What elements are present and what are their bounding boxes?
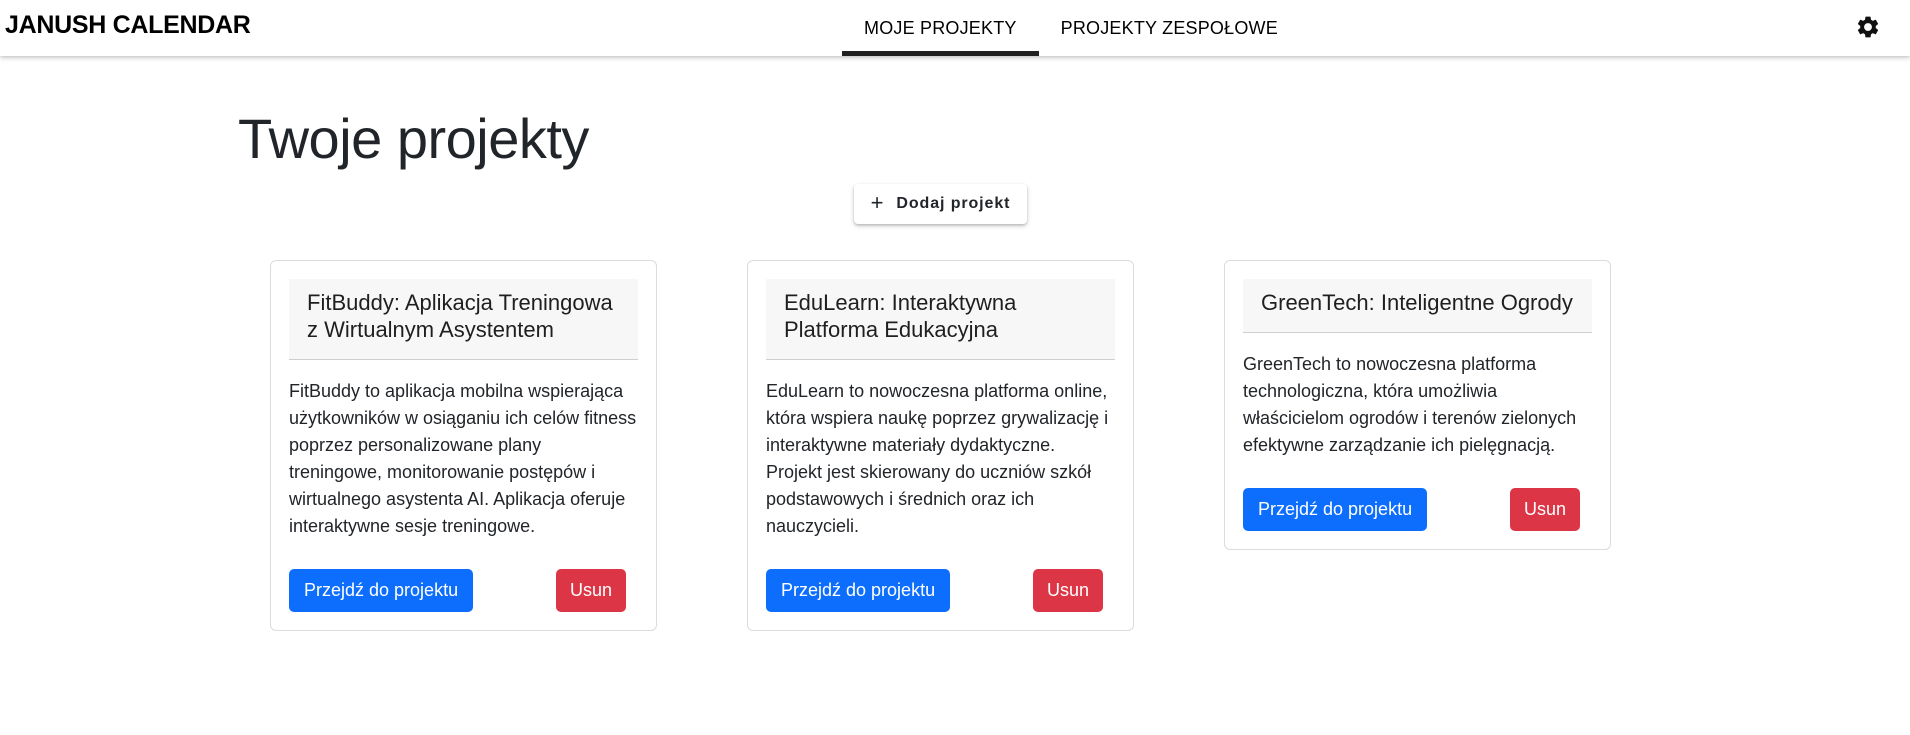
- project-card-title: EduLearn: Interaktywna Platforma Edukacy…: [766, 279, 1115, 360]
- delete-project-button[interactable]: Usun: [1033, 569, 1103, 612]
- plus-icon: +: [870, 190, 885, 215]
- project-card-actions: Przejdź do projektu Usun: [766, 569, 1115, 612]
- delete-project-button[interactable]: Usun: [556, 569, 626, 612]
- project-card-description: EduLearn to nowoczesna platforma online,…: [766, 381, 1109, 536]
- app-brand[interactable]: JANUSH CALENDAR: [5, 11, 251, 40]
- open-project-button[interactable]: Przejdź do projektu: [1243, 488, 1428, 531]
- gear-icon[interactable]: [1855, 14, 1881, 40]
- project-card: FitBuddy: Aplikacja Treningowa z Wirtual…: [270, 260, 657, 631]
- project-card-title: FitBuddy: Aplikacja Treningowa z Wirtual…: [289, 279, 638, 360]
- project-card-actions: Przejdź do projektu Usun: [1243, 488, 1592, 531]
- add-project-button[interactable]: + Dodaj projekt: [854, 184, 1027, 224]
- open-project-button[interactable]: Przejdź do projektu: [289, 569, 474, 612]
- project-card-title: GreenTech: Inteligentne Ogrody: [1243, 279, 1592, 333]
- page-title: Twoje projekty: [238, 107, 589, 170]
- nav-tabs: MOJE PROJEKTY PROJEKTY ZESPOŁOWE: [842, 0, 1300, 56]
- tab-moje-projekty[interactable]: MOJE PROJEKTY: [842, 0, 1039, 56]
- project-card-actions: Przejdź do projektu Usun: [289, 569, 638, 612]
- open-project-button[interactable]: Przejdź do projektu: [766, 569, 951, 612]
- tab-projekty-zespolowe[interactable]: PROJEKTY ZESPOŁOWE: [1039, 0, 1300, 56]
- project-card: EduLearn: Interaktywna Platforma Edukacy…: [747, 260, 1134, 631]
- project-card-description: FitBuddy to aplikacja mobilna wspierając…: [289, 381, 637, 536]
- delete-project-button[interactable]: Usun: [1510, 488, 1580, 531]
- project-card: GreenTech: Inteligentne Ogrody GreenTech…: [1224, 260, 1611, 550]
- add-project-label: Dodaj projekt: [896, 195, 1011, 212]
- project-card-description: GreenTech to nowoczesna platforma techno…: [1243, 354, 1577, 455]
- top-navbar: JANUSH CALENDAR MOJE PROJEKTY PROJEKTY Z…: [0, 0, 1910, 56]
